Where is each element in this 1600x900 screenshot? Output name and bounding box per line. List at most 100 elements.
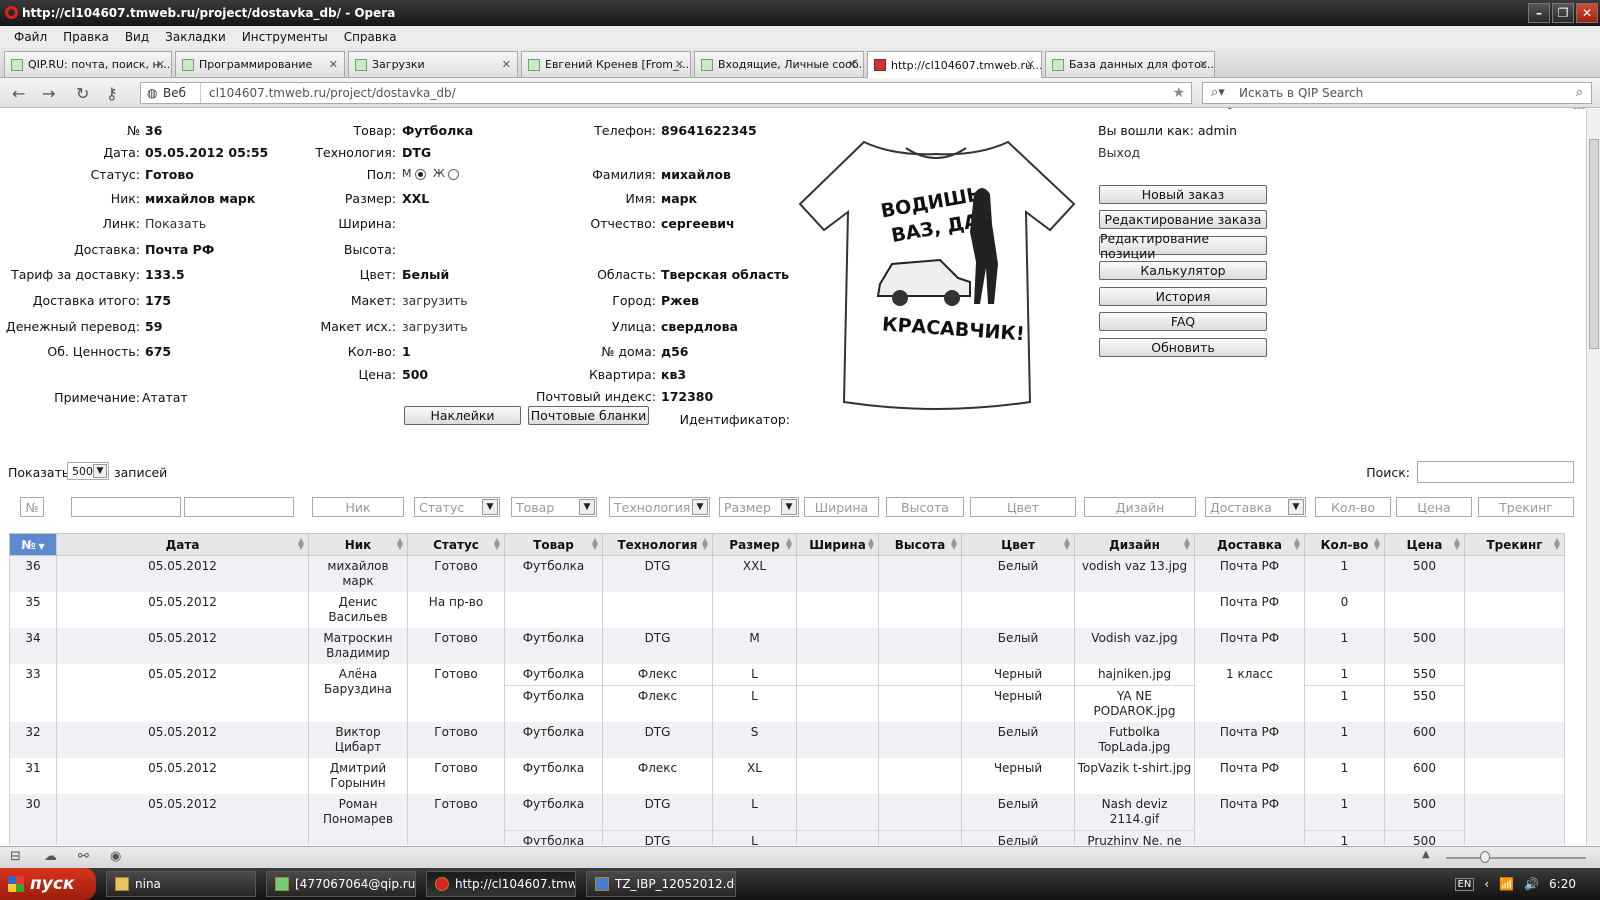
volume-icon[interactable]: 🔊 <box>1524 877 1539 891</box>
logout-link[interactable]: Выход <box>1098 145 1140 160</box>
filter-date-from[interactable] <box>71 497 181 517</box>
menu-file[interactable]: Файл <box>6 30 55 44</box>
table-search-input[interactable] <box>1417 461 1574 483</box>
zoom-up-icon[interactable]: ▲ <box>1422 849 1430 860</box>
scrollbar-thumb[interactable] <box>1589 139 1599 349</box>
tab-programming[interactable]: Программирование ✕ <box>175 51 345 77</box>
filter-num[interactable]: № <box>20 497 44 517</box>
tab-downloads[interactable]: Загрузки ✕ <box>348 51 518 77</box>
filter-price[interactable]: Цена <box>1396 497 1472 517</box>
filter-date-to[interactable] <box>184 497 294 517</box>
layout-src-upload-link[interactable]: загрузить <box>402 319 468 334</box>
calculator-button[interactable]: Калькулятор <box>1099 261 1267 280</box>
back-arrow-icon[interactable]: ← <box>12 84 25 103</box>
edit-order-button[interactable]: Редактирование заказа <box>1099 210 1267 229</box>
key-icon[interactable]: ⚷ <box>106 84 118 103</box>
share-icon[interactable]: ⚯ <box>78 849 89 864</box>
speed-dial-icon[interactable]: ◉ <box>110 849 121 864</box>
filter-product-select[interactable]: Товар ▼ <box>511 497 597 517</box>
table-row[interactable]: 31 05.05.2012 Дмитрий Горынин Готово Футболк… <box>9 758 1565 794</box>
task-nina[interactable]: nina <box>106 871 256 897</box>
tab-photo-db[interactable]: База данных для фотос... ✕ <box>1045 51 1215 77</box>
sex-m-radio[interactable] <box>415 168 426 180</box>
close-tab-icon[interactable]: ✕ <box>675 58 684 71</box>
menu-edit[interactable]: Правка <box>55 30 117 44</box>
filter-qty[interactable]: Кол-во <box>1315 497 1391 517</box>
tab-krenev[interactable]: Евгений Кренев [From_... ✕ <box>521 51 691 77</box>
col-design-header[interactable]: Дизайн ▲ ▼ <box>1074 533 1195 556</box>
panel-toggle-icon[interactable]: ⊟ <box>10 849 21 864</box>
filter-height[interactable]: Высота <box>886 497 964 517</box>
bookmark-star-icon[interactable]: ★ <box>1172 85 1185 101</box>
minimize-button[interactable]: – <box>1528 3 1550 23</box>
col-size-header[interactable]: Размер ▲ ▼ <box>712 533 797 556</box>
task-qip-mail[interactable]: [477067064@qip.ru] ... <box>266 871 416 897</box>
maximize-button[interactable]: ❐ <box>1552 3 1574 23</box>
refresh-button[interactable]: Обновить <box>1099 338 1267 357</box>
sex-f-radio[interactable] <box>448 168 460 180</box>
col-height-header[interactable]: Высота ▲ ▼ <box>878 533 962 556</box>
close-tab-icon[interactable]: ✕ <box>502 58 511 71</box>
filter-tracking[interactable]: Трекинг <box>1478 497 1574 517</box>
table-row[interactable]: 32 05.05.2012 Виктор Цибарт Готово Футболка D… <box>9 722 1565 758</box>
filter-design[interactable]: Дизайн <box>1084 497 1196 517</box>
filter-size-select[interactable]: Размер ▼ <box>719 497 799 517</box>
show-link[interactable]: Показать <box>145 216 206 231</box>
tab-dostavka-db[interactable]: http://cl104607.tmweb.ru... ✕ <box>867 51 1042 78</box>
design-preview-image[interactable]: ВОДИШЬ ВАЗ, ДА? КРАСАВЧИК! <box>794 134 1079 414</box>
col-qty-header[interactable]: Кол-во ▲ ▼ <box>1304 533 1385 556</box>
search-engine-icon[interactable]: ⌕▾ <box>1211 85 1225 100</box>
language-indicator[interactable]: EN <box>1454 877 1475 891</box>
filter-color[interactable]: Цвет <box>970 497 1076 517</box>
vertical-scrollbar[interactable] <box>1586 109 1600 845</box>
close-tab-icon[interactable]: ✕ <box>156 58 165 71</box>
page-size-select[interactable]: 500 ▼ <box>67 462 109 480</box>
tab-qip[interactable]: QIP.RU: почта, поиск, н... ✕ <box>4 51 172 77</box>
new-order-button[interactable]: Новый заказ <box>1099 185 1267 204</box>
faq-button[interactable]: FAQ <box>1099 312 1267 331</box>
col-product-header[interactable]: Товар ▲ ▼ <box>504 533 603 556</box>
menu-tools[interactable]: Инструменты <box>234 30 336 44</box>
forward-arrow-icon[interactable]: → <box>42 84 55 103</box>
col-date-header[interactable]: Дата ▲ ▼ <box>56 533 309 556</box>
col-width-header[interactable]: Ширина ▲ ▼ <box>796 533 879 556</box>
table-row[interactable]: 34 05.05.2012 Матроскин Владимир Готово Футб… <box>9 628 1565 664</box>
filter-delivery-select[interactable]: Доставка ▼ <box>1205 497 1306 517</box>
network-icon[interactable]: 📶 <box>1499 877 1514 891</box>
filter-status-select[interactable]: Статус ▼ <box>414 497 500 517</box>
filter-nick[interactable]: Ник <box>312 497 404 517</box>
col-status-header[interactable]: Статус ▲ ▼ <box>407 533 505 556</box>
history-button[interactable]: История <box>1099 287 1267 306</box>
close-tab-icon[interactable]: ✕ <box>848 58 857 71</box>
layout-upload-link[interactable]: загрузить <box>402 293 468 308</box>
menu-bookmarks[interactable]: Закладки <box>157 30 234 44</box>
reload-icon[interactable]: ↻ <box>76 84 89 103</box>
close-window-button[interactable]: ✕ <box>1576 3 1598 23</box>
col-nick-header[interactable]: Ник ▲ ▼ <box>308 533 408 556</box>
search-go-icon[interactable]: ⌕ <box>1576 85 1583 100</box>
start-button[interactable]: пуск <box>0 868 96 900</box>
filter-tech-select[interactable]: Технология ▼ <box>609 497 710 517</box>
table-row[interactable]: 30 05.05.2012 Роман Пономарев Готово Футболк… <box>9 794 1565 845</box>
menu-help[interactable]: Справка <box>336 30 405 44</box>
table-row[interactable]: 36 05.05.2012 михайлов марк Готово Футболка D… <box>9 555 1565 592</box>
tab-inbox[interactable]: Входящие, Личные сооб... ✕ <box>694 51 864 77</box>
filter-width[interactable]: Ширина <box>804 497 879 517</box>
address-field[interactable]: ◍ Веб cl104607.tmweb.ru/project/dostavka_… <box>140 82 1192 104</box>
edit-position-button[interactable]: Редактирование позиции <box>1099 231 1267 261</box>
postal-forms-button[interactable]: Почтовые бланки <box>528 406 649 425</box>
menu-view[interactable]: Вид <box>117 30 157 44</box>
col-tracking-header[interactable]: Трекинг ▲ ▼ <box>1464 533 1565 556</box>
table-row[interactable]: 35 05.05.2012 Денис Васильев На пр-во Почта … <box>9 592 1565 628</box>
stickers-button[interactable]: Наклейки <box>404 406 521 425</box>
close-tab-icon[interactable]: ✕ <box>329 58 338 71</box>
close-tab-icon[interactable]: ✕ <box>1199 58 1208 71</box>
zoom-slider[interactable] <box>1446 857 1586 859</box>
tray-arrow-icon[interactable]: ‹ <box>1484 877 1489 891</box>
col-color-header[interactable]: Цвет ▲ ▼ <box>961 533 1075 556</box>
task-word-doc[interactable]: TZ_IBP_12052012.do... <box>586 871 736 897</box>
zoom-slider-handle[interactable] <box>1480 851 1490 863</box>
table-row[interactable]: 33 05.05.2012 Алёна Баруздина Готово Футболк… <box>9 664 1565 722</box>
col-delivery-header[interactable]: Доставка ▲ ▼ <box>1194 533 1305 556</box>
col-num-header[interactable]: № ▼ <box>9 533 57 556</box>
